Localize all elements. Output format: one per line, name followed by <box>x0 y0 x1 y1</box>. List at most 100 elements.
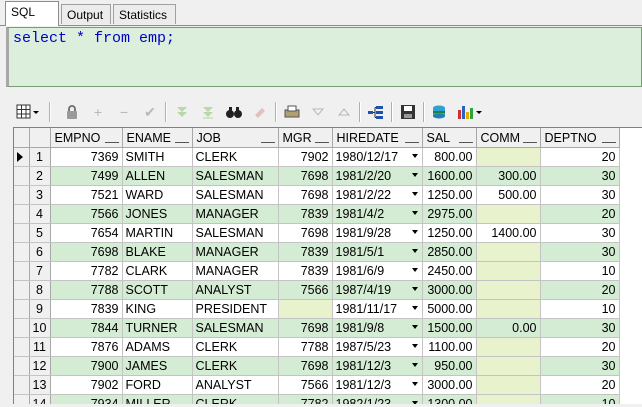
row-indicator[interactable] <box>14 375 30 395</box>
table-row[interactable]: 2 7499 ALLEN SALESMAN 7698 1981/2/20 1600.00 30… <box>14 166 620 186</box>
grid-menu-icon[interactable] <box>13 101 43 123</box>
cell-empno[interactable]: 7654 <box>50 223 123 243</box>
cell-ename[interactable]: FORD <box>122 375 193 395</box>
cell-job[interactable]: SALESMAN <box>192 223 279 243</box>
cell-mgr[interactable] <box>278 299 333 319</box>
cell-sal[interactable]: 950.00 <box>422 356 477 376</box>
export-icon[interactable] <box>429 101 451 123</box>
tab-statistics[interactable]: Statistics <box>113 4 176 24</box>
cell-ename[interactable]: MILLER <box>122 394 193 404</box>
cell-ename[interactable]: JONES <box>122 204 193 224</box>
cell-sal[interactable]: 1500.00 <box>422 318 477 338</box>
cell-job[interactable]: CLERK <box>192 356 279 376</box>
cell-hiredate[interactable]: 1981/9/28 <box>332 223 423 243</box>
cell-deptno[interactable]: 10 <box>540 299 620 319</box>
cell-mgr[interactable]: 7698 <box>278 223 333 243</box>
cell-mgr[interactable]: 7902 <box>278 147 333 167</box>
find-icon[interactable] <box>223 101 245 123</box>
cell-comm[interactable] <box>476 394 541 404</box>
splitter[interactable] <box>0 87 642 95</box>
cell-empno[interactable]: 7844 <box>50 318 123 338</box>
cell-comm[interactable] <box>476 147 541 167</box>
filter-icon[interactable] <box>171 101 193 123</box>
save-icon[interactable] <box>397 101 419 123</box>
cell-empno[interactable]: 7876 <box>50 337 123 357</box>
table-row[interactable]: 11 7876 ADAMS CLERK 7788 1987/5/23 1100.00 20 <box>14 337 620 357</box>
cell-empno[interactable]: 7698 <box>50 242 123 262</box>
cell-comm[interactable]: 500.00 <box>476 185 541 205</box>
cell-mgr[interactable]: 7566 <box>278 280 333 300</box>
cell-comm[interactable] <box>476 299 541 319</box>
cell-hiredate[interactable]: 1981/9/8 <box>332 318 423 338</box>
cell-empno[interactable]: 7839 <box>50 299 123 319</box>
eraser-icon[interactable] <box>249 101 271 123</box>
dropdown-arrow-icon[interactable] <box>411 363 418 367</box>
cell-hiredate[interactable]: 1980/12/17 <box>332 147 423 167</box>
cell-job[interactable]: SALESMAN <box>192 166 279 186</box>
cell-empno[interactable]: 7934 <box>50 394 123 404</box>
cell-hiredate[interactable]: 1981/6/9 <box>332 261 423 281</box>
clear-filter-icon[interactable] <box>197 101 219 123</box>
dropdown-arrow-icon[interactable] <box>411 268 418 272</box>
cell-empno[interactable]: 7900 <box>50 356 123 376</box>
cell-sal[interactable]: 3000.00 <box>422 375 477 395</box>
cell-hiredate[interactable]: 1987/4/19 <box>332 280 423 300</box>
tab-output[interactable]: Output <box>61 4 111 24</box>
row-indicator[interactable] <box>14 356 30 376</box>
cell-deptno[interactable]: 30 <box>540 223 620 243</box>
sort-desc-icon[interactable] <box>307 101 329 123</box>
cell-empno[interactable]: 7788 <box>50 280 123 300</box>
row-indicator[interactable] <box>14 299 30 319</box>
dropdown-arrow-icon[interactable] <box>411 325 418 329</box>
cell-hiredate[interactable]: 1981/2/22 <box>332 185 423 205</box>
table-row[interactable]: 4 7566 JONES MANAGER 7839 1981/4/2 2975.00 20 <box>14 204 620 224</box>
post-icon[interactable]: ✔ <box>139 101 161 123</box>
cell-hiredate[interactable]: 1981/5/1 <box>332 242 423 262</box>
cell-mgr[interactable]: 7839 <box>278 261 333 281</box>
cell-job[interactable]: CLERK <box>192 337 279 357</box>
cell-sal[interactable]: 5000.00 <box>422 299 477 319</box>
cell-comm[interactable] <box>476 261 541 281</box>
cell-mgr[interactable]: 7788 <box>278 337 333 357</box>
cell-hiredate[interactable]: 1981/12/3 <box>332 356 423 376</box>
row-indicator[interactable] <box>14 337 30 357</box>
cell-deptno[interactable]: 30 <box>540 318 620 338</box>
cell-ename[interactable]: KING <box>122 299 193 319</box>
cell-sal[interactable]: 1600.00 <box>422 166 477 186</box>
table-row[interactable]: 12 7900 JAMES CLERK 7698 1981/12/3 950.00 30 <box>14 356 620 376</box>
dropdown-arrow-icon[interactable] <box>411 382 418 386</box>
cell-empno[interactable]: 7521 <box>50 185 123 205</box>
column-header[interactable]: EMPNO <box>50 128 123 148</box>
cell-job[interactable]: SALESMAN <box>192 318 279 338</box>
row-indicator[interactable] <box>14 318 30 338</box>
cell-ename[interactable]: ADAMS <box>122 337 193 357</box>
cell-deptno[interactable]: 10 <box>540 261 620 281</box>
cell-comm[interactable] <box>476 204 541 224</box>
cell-hiredate[interactable]: 1981/4/2 <box>332 204 423 224</box>
table-row[interactable]: 9 7839 KING PRESIDENT 1981/11/17 5000.00 10 <box>14 299 620 319</box>
cell-deptno[interactable]: 30 <box>540 185 620 205</box>
column-header[interactable]: COMM <box>476 128 541 148</box>
print-icon[interactable] <box>281 101 303 123</box>
cell-hiredate[interactable]: 1987/5/23 <box>332 337 423 357</box>
cell-mgr[interactable]: 7698 <box>278 166 333 186</box>
cell-comm[interactable]: 1400.00 <box>476 223 541 243</box>
column-header[interactable]: DEPTNO <box>540 128 620 148</box>
row-indicator[interactable] <box>14 280 30 300</box>
cell-job[interactable]: MANAGER <box>192 261 279 281</box>
cell-ename[interactable]: CLARK <box>122 261 193 281</box>
cell-hiredate[interactable]: 1982/1/23 <box>332 394 423 404</box>
dropdown-arrow-icon[interactable] <box>411 401 418 404</box>
column-header[interactable]: MGR <box>278 128 333 148</box>
cell-deptno[interactable]: 20 <box>540 337 620 357</box>
cell-job[interactable]: MANAGER <box>192 242 279 262</box>
cell-empno[interactable]: 7566 <box>50 204 123 224</box>
dropdown-arrow-icon[interactable] <box>411 192 418 196</box>
cell-job[interactable]: MANAGER <box>192 204 279 224</box>
cell-mgr[interactable]: 7698 <box>278 318 333 338</box>
cell-job[interactable]: ANALYST <box>192 280 279 300</box>
cell-deptno[interactable]: 10 <box>540 394 620 404</box>
cell-ename[interactable]: WARD <box>122 185 193 205</box>
tab-sql[interactable]: SQL <box>5 1 59 26</box>
cell-job[interactable]: CLERK <box>192 147 279 167</box>
